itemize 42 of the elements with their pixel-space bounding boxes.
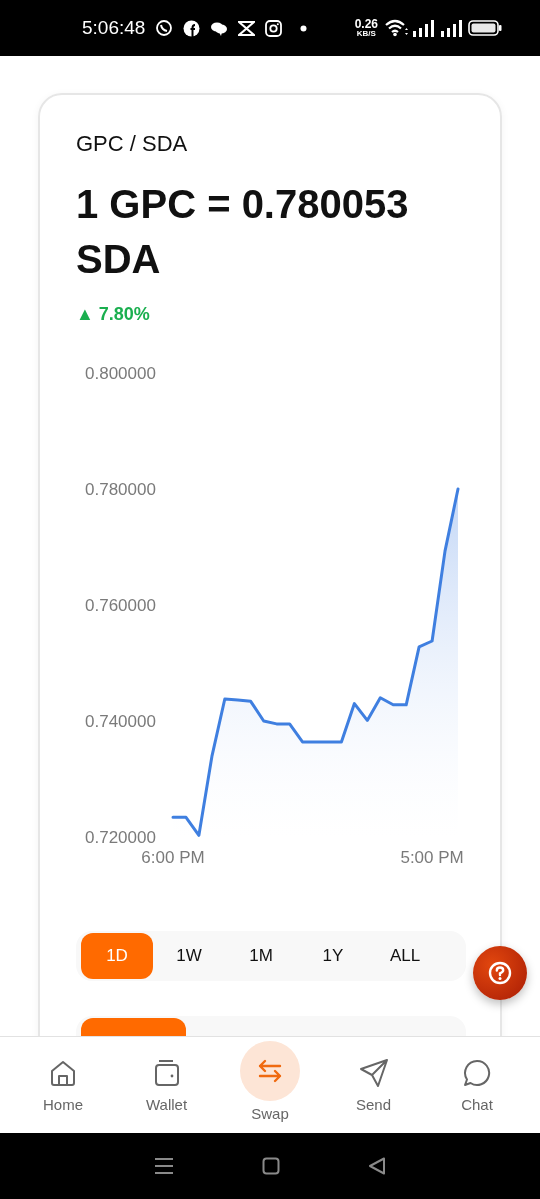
camera-icon [265,19,283,37]
network-speed: 0.26 [354,18,378,30]
axis-label: 0.780000 [85,480,156,499]
axis-label: 5:00 PM [400,848,464,867]
square-icon [262,1157,280,1175]
bowtie-icon [238,20,256,36]
round-app-icon [183,19,201,37]
signal-icon [440,19,464,37]
pair-title: GPC / SDA [76,130,189,158]
range-tab[interactable]: ALL [369,933,441,979]
axis-label: 0.760000 [85,596,156,615]
help-button[interactable] [473,946,527,1000]
wallet-icon [152,1059,181,1087]
nav-item[interactable]: Swap [220,1037,320,1133]
back-triangle-icon [368,1157,386,1175]
range-tab[interactable]: 1M [225,933,297,979]
menu-icon [154,1157,174,1175]
axis-label: 0.800000 [85,364,156,383]
battery-icon [468,20,502,36]
phone-bubble-icon [155,19,174,37]
dot-icon [300,24,308,32]
help-icon [488,961,512,985]
axis-label: 0.740000 [85,712,156,731]
swap-arrows-icon [256,1057,284,1085]
nav-item[interactable]: Home [13,1037,113,1133]
wifi-icon [384,19,408,37]
speed-unit: KB/S [356,30,376,38]
signal-icon [412,19,436,37]
range-tab[interactable]: 1W [153,933,225,979]
clock: 5:06:48 [82,17,146,39]
speech-bubbles-icon [210,20,229,36]
axis-label: 6:00 PM [141,848,205,867]
nav-item[interactable]: Wallet [116,1037,217,1133]
range-tab[interactable]: 1Y [297,933,369,979]
price-change: ▲ 7.80% [76,303,151,326]
axis-label: 0.720000 [85,828,156,847]
paper-plane-icon [358,1058,389,1088]
exchange-rate: 1 GPC = 0.780053 SDA [76,181,410,283]
nav-item[interactable]: Chat [427,1037,527,1133]
chat-bubble-icon [462,1058,492,1088]
nav-item[interactable]: Send [323,1037,424,1133]
home-icon [49,1059,77,1087]
